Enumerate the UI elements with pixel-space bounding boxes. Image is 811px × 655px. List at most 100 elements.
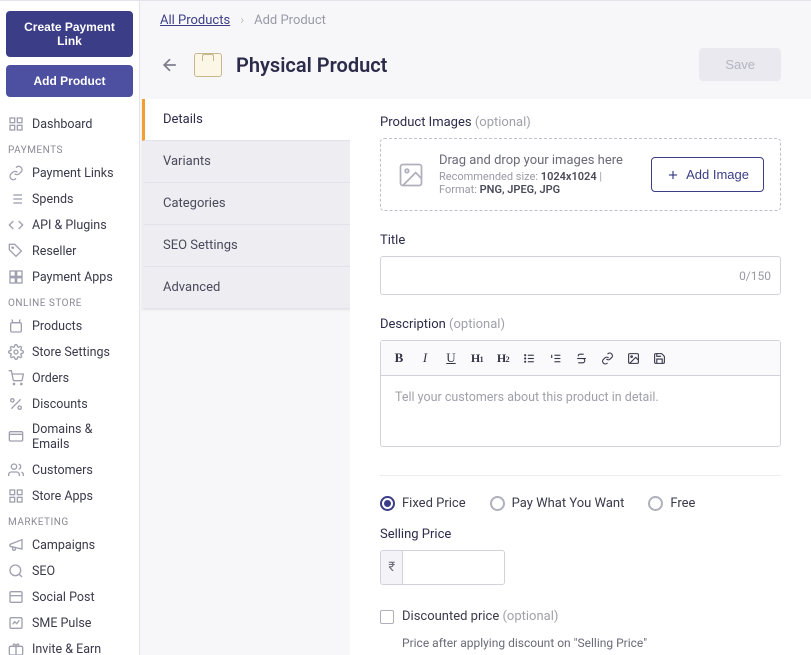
sidebar-item-label: SME Pulse (32, 616, 91, 631)
sidebar-item-domains-emails[interactable]: Domains & Emails (6, 417, 133, 457)
share-icon (8, 589, 24, 605)
sidebar-item-label: Orders (32, 371, 69, 386)
ordered-list-button[interactable] (543, 347, 567, 369)
editor-toolbar: B I U H1 H2 (381, 341, 780, 376)
tab-advanced[interactable]: Advanced (142, 267, 350, 309)
breadcrumb-root[interactable]: All Products (160, 13, 230, 28)
sidebar-item-label: Invite & Earn (32, 642, 101, 655)
h1-button[interactable]: H1 (465, 347, 489, 369)
radio-label: Fixed Price (402, 496, 466, 511)
save-draft-button[interactable] (647, 347, 671, 369)
sidebar-item-products[interactable]: Products (6, 313, 133, 339)
sidebar-item-label: Payment Apps (32, 270, 113, 285)
radio-pay-what-you-want[interactable]: Pay What You Want (490, 496, 625, 511)
percent-icon (8, 396, 24, 412)
sidebar-item-reseller[interactable]: Reseller (6, 238, 133, 264)
sidebar-item-discounts[interactable]: Discounts (6, 391, 133, 417)
sidebar-item-orders[interactable]: Orders (6, 365, 133, 391)
back-button[interactable] (160, 55, 180, 75)
settings-icon (8, 344, 24, 360)
sidebar-item-store-apps[interactable]: Store Apps (6, 483, 133, 509)
italic-button[interactable]: I (413, 347, 437, 369)
pulse-icon (8, 615, 24, 631)
page-title: Physical Product (236, 53, 685, 77)
sidebar-item-customers[interactable]: Customers (6, 457, 133, 483)
gift-icon (8, 641, 24, 655)
sidebar-item-label: Store Apps (32, 489, 93, 504)
main-content: All Products › Add Product Physical Prod… (140, 0, 811, 655)
tab-seo-settings[interactable]: SEO Settings (142, 225, 350, 267)
add-product-button[interactable]: Add Product (6, 65, 133, 97)
image-button[interactable] (621, 347, 645, 369)
list-icon (8, 191, 24, 207)
title-input[interactable] (380, 256, 781, 295)
title-label: Title (380, 233, 781, 248)
sidebar-item-label: SEO (32, 564, 55, 579)
sidebar-item-label: Customers (32, 463, 93, 478)
dropzone-text: Drag and drop your images here Recommend… (439, 153, 637, 196)
h2-button[interactable]: H2 (491, 347, 515, 369)
sidebar-item-campaigns[interactable]: Campaigns (6, 532, 133, 558)
section-title-store: ONLINE STORE (6, 290, 133, 313)
grid-icon (8, 488, 24, 504)
selling-price-label: Selling Price (380, 527, 781, 542)
sidebar-item-label: Payment Links (32, 166, 114, 181)
sidebar-item-invite-earn[interactable]: Invite & Earn (6, 636, 133, 655)
cart-icon (8, 370, 24, 386)
tab-details[interactable]: Details (142, 99, 350, 141)
create-payment-link-button[interactable]: Create Payment Link (6, 11, 133, 57)
sidebar-item-seo[interactable]: SEO (6, 558, 133, 584)
sidebar-item-payment-links[interactable]: Payment Links (6, 160, 133, 186)
search-icon (8, 563, 24, 579)
section-title-marketing: MARKETING (6, 509, 133, 532)
strikethrough-button[interactable] (569, 347, 593, 369)
bold-button[interactable]: B (387, 347, 411, 369)
description-editor: B I U H1 H2 Tell your customers about th… (380, 340, 781, 447)
link-button[interactable] (595, 347, 619, 369)
description-textarea[interactable]: Tell your customers about this product i… (381, 376, 780, 446)
price-type-radio-group: Fixed Price Pay What You Want Free (380, 496, 781, 511)
sidebar-item-label: Dashboard (32, 117, 92, 132)
link-icon (8, 165, 24, 181)
tag-icon (8, 243, 24, 259)
radio-fixed-price[interactable]: Fixed Price (380, 496, 466, 511)
dropzone-main-text: Drag and drop your images here (439, 153, 637, 168)
sidebar-item-payment-apps[interactable]: Payment Apps (6, 264, 133, 290)
form-area: Product Images (optional) Drag and drop … (350, 99, 811, 655)
plus-icon (666, 168, 680, 182)
tab-panel: Details Variants Categories SEO Settings… (140, 99, 350, 655)
radio-indicator (380, 496, 395, 511)
globe-icon (8, 429, 24, 445)
sidebar-item-sme-pulse[interactable]: SME Pulse (6, 610, 133, 636)
underline-button[interactable]: U (439, 347, 463, 369)
sidebar-item-api-plugins[interactable]: API & Plugins (6, 212, 133, 238)
tab-variants[interactable]: Variants (142, 141, 350, 183)
sidebar-item-label: Products (32, 319, 82, 334)
sidebar-item-label: Domains & Emails (32, 422, 131, 452)
radio-free[interactable]: Free (648, 496, 695, 511)
save-button[interactable]: Save (699, 48, 781, 81)
sidebar-item-label: Discounts (32, 397, 88, 412)
title-char-count: 0/150 (739, 269, 771, 283)
radio-label: Pay What You Want (512, 496, 625, 511)
discounted-price-label: Discounted price (optional) (402, 609, 558, 624)
sidebar-item-label: Spends (32, 192, 73, 207)
selling-price-input-wrap: ₹ (380, 550, 505, 585)
unordered-list-button[interactable] (517, 347, 541, 369)
page-header: Physical Product Save (140, 38, 811, 99)
description-label: Description (optional) (380, 317, 781, 332)
sidebar: Create Payment Link Add Product Dashboar… (0, 0, 140, 655)
sidebar-item-social-post[interactable]: Social Post (6, 584, 133, 610)
sidebar-item-spends[interactable]: Spends (6, 186, 133, 212)
image-dropzone[interactable]: Drag and drop your images here Recommend… (380, 138, 781, 211)
sidebar-item-store-settings[interactable]: Store Settings (6, 339, 133, 365)
radio-indicator (648, 496, 663, 511)
radio-indicator (490, 496, 505, 511)
tab-categories[interactable]: Categories (142, 183, 350, 225)
sidebar-item-dashboard[interactable]: Dashboard (6, 111, 133, 137)
discounted-price-checkbox-row[interactable]: Discounted price (optional) (380, 609, 781, 624)
image-icon (397, 161, 425, 189)
add-image-button[interactable]: Add Image (651, 157, 764, 192)
dropzone-sub-text: Recommended size: 1024x1024 | Format: PN… (439, 170, 637, 196)
selling-price-input[interactable] (403, 551, 504, 584)
